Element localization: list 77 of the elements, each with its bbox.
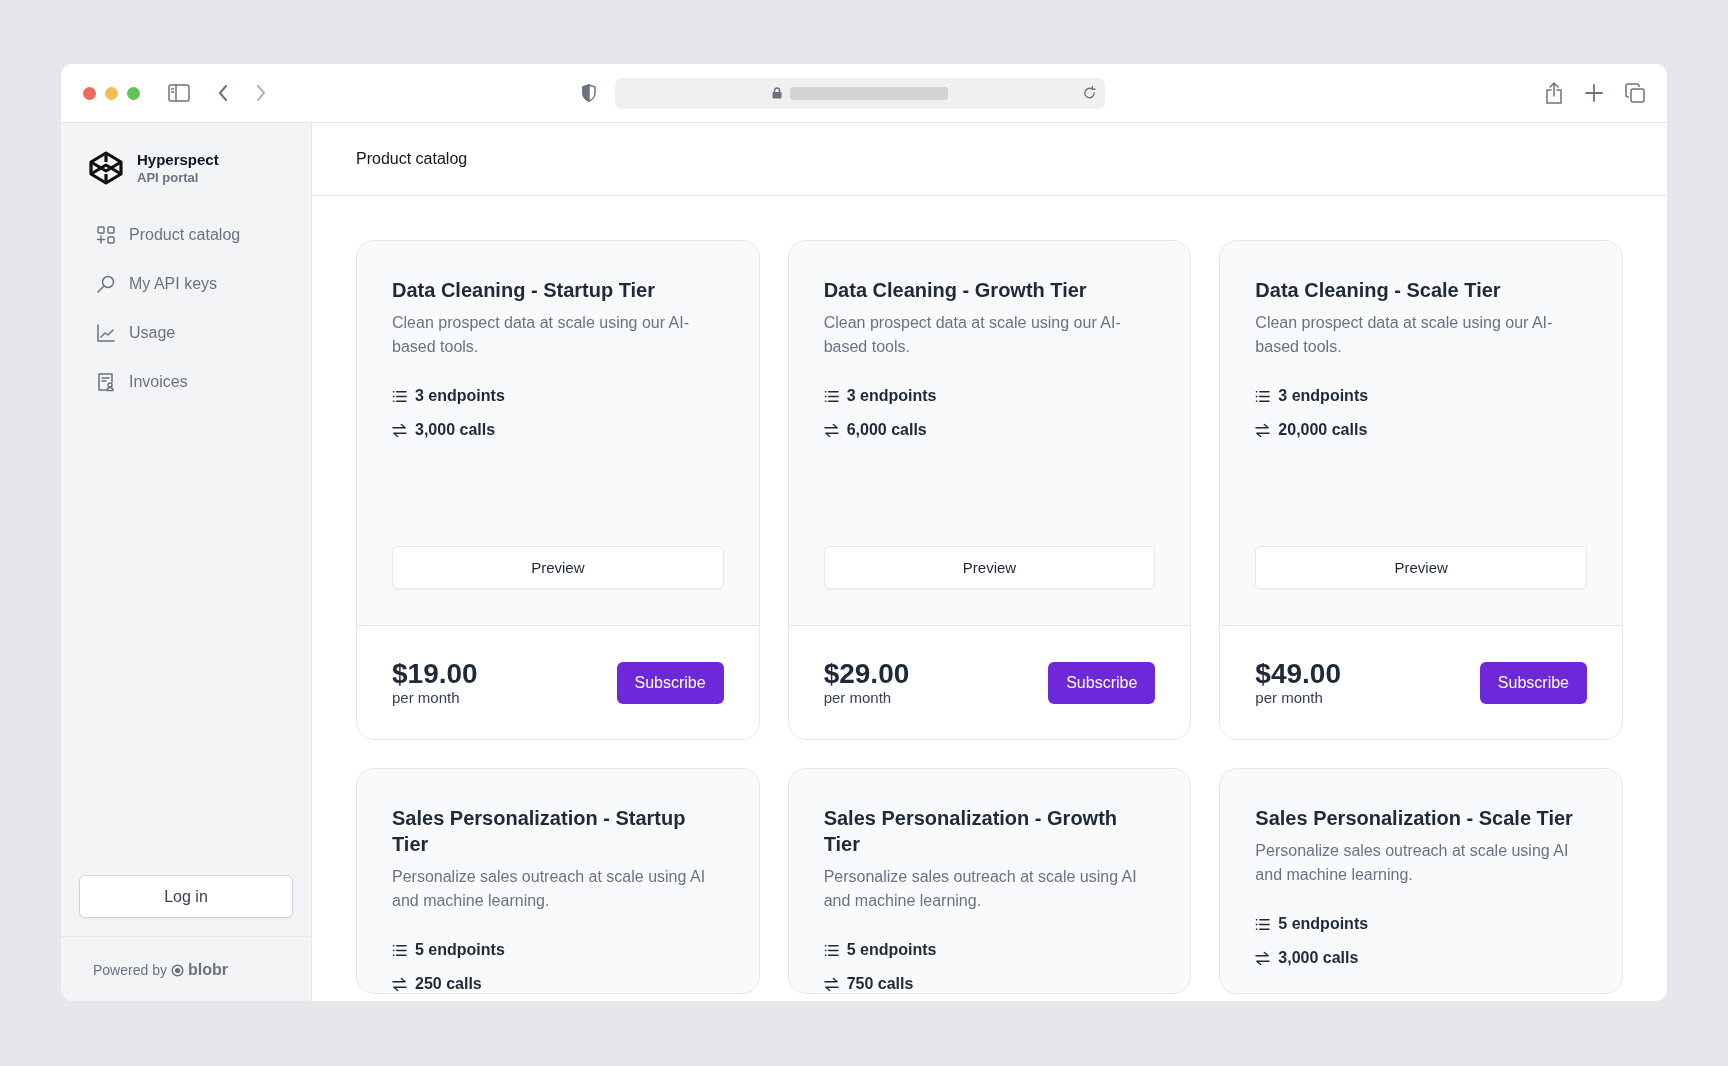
preview-button[interactable]: Preview [823, 546, 1156, 589]
price-period: per month [823, 689, 893, 706]
product-title: Sales Personalization - Scale Tier [1255, 806, 1574, 831]
endpoint-count: 3 endpoints [1278, 387, 1369, 405]
list-icon [823, 388, 839, 404]
minimize-window-button[interactable] [105, 86, 118, 100]
exchange-arrows-icon [392, 976, 407, 992]
endpoint-count: 5 endpoints [1278, 915, 1369, 933]
brand-name: Hyperspect [137, 151, 219, 168]
product-title: Sales Personalization - Startup Tier [392, 806, 687, 857]
list-icon [392, 388, 407, 404]
exchange-arrows-icon [392, 422, 407, 438]
price: $19.00 [392, 659, 478, 689]
price: $49.00 [1255, 659, 1341, 689]
share-icon [1545, 82, 1563, 104]
price-period: per month [392, 689, 461, 706]
product-title: Data Cleaning - Startup Tier [392, 278, 656, 303]
exchange-arrows-icon [1255, 950, 1271, 966]
sidebar-nav-item[interactable]: Product catalog [81, 215, 291, 255]
cube-logo-icon [89, 151, 123, 185]
preview-button[interactable]: Preview [1255, 546, 1587, 589]
list-icon [1255, 916, 1271, 932]
brand-subtitle: API portal [137, 170, 200, 185]
sidebar-nav-item[interactable]: Usage [81, 313, 291, 353]
endpoint-count: 3 endpoints [415, 387, 505, 405]
line-chart-icon [96, 323, 116, 343]
product-description: Clean prospect data at scale using our AI-based tools. [1255, 313, 1554, 357]
product-description: Clean prospect data at scale using our AI-based tools. [823, 313, 1122, 357]
list-icon [1255, 388, 1271, 404]
sidebar-nav-item[interactable]: My API keys [81, 264, 291, 304]
call-count: 250 calls [415, 975, 482, 993]
call-count: 6,000 calls [846, 421, 927, 439]
endpoint-count: 5 endpoints [415, 941, 505, 959]
back-icon [218, 85, 228, 101]
exchange-arrows-icon [1255, 422, 1271, 438]
reload-icon [1082, 84, 1097, 101]
page-title: Product catalog [356, 150, 468, 168]
close-window-button[interactable] [83, 86, 96, 100]
product-description: Clean prospect data at scale using our AI-based tools. [392, 313, 691, 357]
sidebar-toggle-icon [168, 84, 190, 102]
lock-icon [772, 87, 782, 99]
product-description: Personalize sales outreach at scale using AI and machine learning. [823, 867, 1138, 911]
subscribe-button[interactable]: Subscribe [1479, 661, 1587, 704]
zoom-window-button[interactable] [127, 86, 140, 100]
subscribe-button[interactable]: Subscribe [1048, 661, 1156, 704]
preview-button[interactable]: Preview [392, 546, 724, 589]
price-period: per month [1255, 689, 1324, 706]
product-description: Personalize sales outreach at scale using AI and machine learning. [392, 867, 707, 911]
plus-icon [1585, 84, 1603, 102]
sidebar-nav-item[interactable]: Invoices [81, 362, 291, 402]
price: $29.00 [823, 659, 910, 689]
call-count: 3,000 calls [1278, 949, 1359, 967]
powered-by-label: Powered by [93, 962, 167, 978]
footer-brand[interactable]: blobr [187, 961, 228, 979]
shield-icon [581, 84, 597, 102]
product-description: Personalize sales outreach at scale using AI and machine learning. [1255, 841, 1570, 885]
tabs-icon [1625, 83, 1645, 103]
forward-icon [256, 85, 266, 101]
endpoint-count: 3 endpoints [846, 387, 937, 405]
exchange-arrows-icon [823, 422, 839, 438]
invoice-icon [96, 372, 116, 392]
login-button[interactable]: Log in [79, 875, 293, 918]
product-title: Sales Personalization - Growth Tier [823, 806, 1119, 857]
endpoint-count: 5 endpoints [846, 941, 937, 959]
call-count: 3,000 calls [415, 421, 496, 439]
search-icon [96, 274, 116, 294]
list-icon [823, 942, 839, 958]
call-count: 20,000 calls [1278, 421, 1368, 439]
exchange-arrows-icon [823, 976, 839, 992]
subscribe-button[interactable]: Subscribe [616, 661, 724, 704]
product-title: Data Cleaning - Scale Tier [1255, 278, 1502, 303]
grid-icon [96, 225, 116, 245]
address-bar[interactable] [615, 77, 1105, 109]
product-title: Data Cleaning - Growth Tier [823, 278, 1088, 303]
call-count: 750 calls [846, 975, 914, 993]
list-icon [392, 942, 407, 958]
target-icon [170, 963, 184, 977]
